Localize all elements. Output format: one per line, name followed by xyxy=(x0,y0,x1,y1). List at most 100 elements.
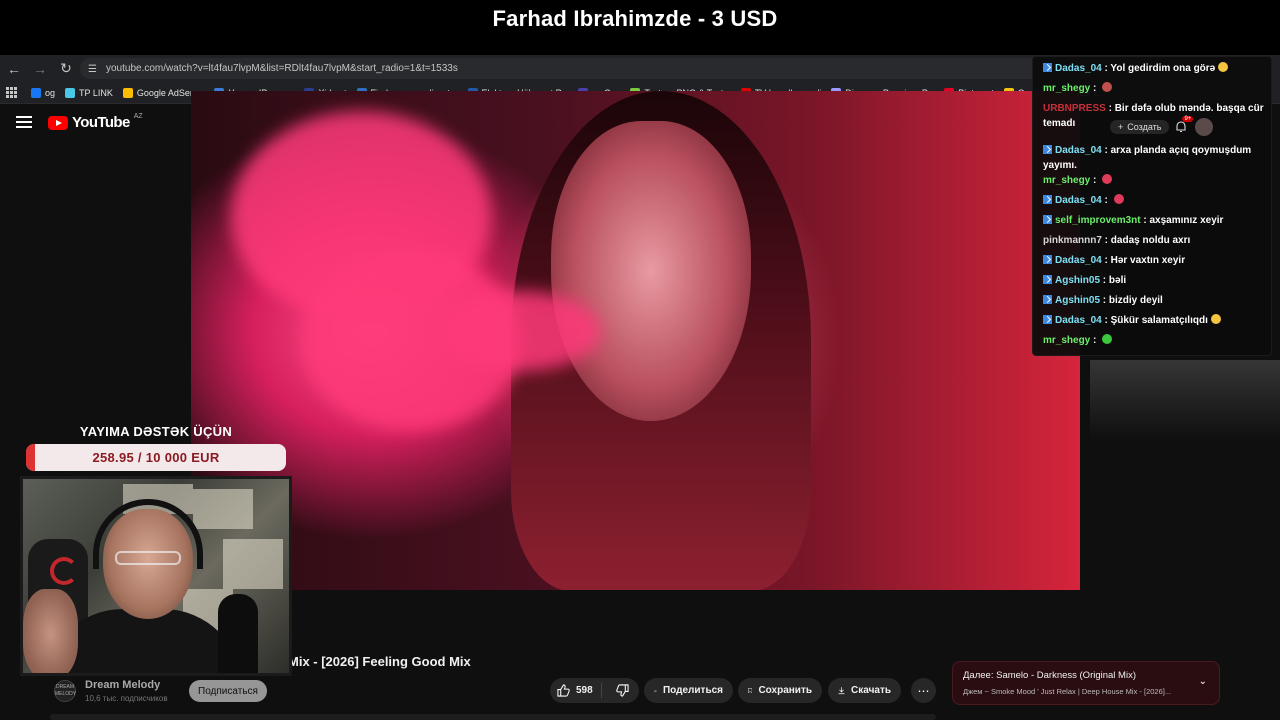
chat-separator: : xyxy=(1101,255,1111,266)
chat-text: bizdiy deyil xyxy=(1108,295,1163,306)
chat-separator: : xyxy=(1101,195,1111,206)
chat-nick: Dadas_04 xyxy=(1055,63,1102,74)
chat-message: Dadas_04 : arxa planda açıq qoymuşdum ya… xyxy=(1043,143,1271,173)
chat-message: mr_shegy : xyxy=(1043,173,1271,188)
bookmark-label: TP LINK xyxy=(79,87,113,98)
chat-text: Yol gedirdim ona görə xyxy=(1110,63,1216,74)
chat-badge-icon xyxy=(1043,315,1052,324)
region-code: AZ xyxy=(133,113,143,120)
thumbs-down-icon xyxy=(615,684,629,697)
chat-message: Agshin05 : bizdiy deyil xyxy=(1043,293,1271,308)
chat-text: axşamınız xeyir xyxy=(1149,215,1224,226)
bookmark-favicon-icon xyxy=(31,87,41,98)
chat-nick: mr_shegy xyxy=(1043,175,1091,186)
video-frame-smoke xyxy=(441,291,601,371)
chat-separator: : xyxy=(1090,335,1100,346)
youtube-logo[interactable]: YouTube AZ xyxy=(48,113,143,131)
up-next-title: Далее: Samelo - Darkness (Original Mix) xyxy=(963,670,1136,681)
chat-badge-icon xyxy=(1043,255,1052,264)
chat-emoji-icon xyxy=(1113,194,1124,204)
youtube-logo-text: YouTube xyxy=(72,114,130,131)
download-icon xyxy=(838,687,845,695)
chat-badge-icon xyxy=(1043,275,1052,284)
plus-icon: + xyxy=(1118,122,1124,132)
chat-separator: : xyxy=(1090,83,1100,94)
chat-nick: Agshin05 xyxy=(1055,275,1101,286)
back-icon[interactable]: ← xyxy=(2,57,26,81)
share-icon xyxy=(654,689,657,692)
chat-message: mr_shegy : xyxy=(1043,81,1271,96)
bookmark-item[interactable]: og xyxy=(26,87,60,98)
chat-nick: mr_shegy xyxy=(1043,83,1091,94)
menu-icon[interactable] xyxy=(16,116,32,128)
chat-message: Agshin05 : bəli xyxy=(1043,273,1271,288)
donation-amount: 258.95 / 10 000 EUR xyxy=(92,450,220,465)
chat-nick: Dadas_04 xyxy=(1055,255,1102,266)
chair-logo-icon xyxy=(50,557,78,585)
url-text: youtube.com/watch?v=lt4fau7lvpM&list=RDl… xyxy=(106,63,458,74)
bookmark-label: og xyxy=(45,87,56,98)
video-frame-face xyxy=(551,121,751,421)
chat-message: pinkmannn7 : dadaş noldu axrı xyxy=(1043,233,1271,248)
chat-separator: : xyxy=(1101,315,1111,326)
like-button[interactable]: 598 xyxy=(550,683,602,698)
video-player[interactable] xyxy=(191,91,1080,590)
download-button[interactable]: Скачать xyxy=(828,678,901,703)
like-count: 598 xyxy=(576,685,593,696)
share-button[interactable]: Поделиться xyxy=(644,678,733,703)
chat-emoji-icon xyxy=(1102,82,1113,92)
chat-text: Şükür salamatçılıqdı xyxy=(1110,315,1208,326)
webcam-overlay xyxy=(20,476,292,676)
chat-message: self_improvem3nt : axşamınız xeyir xyxy=(1043,213,1271,228)
microphone xyxy=(218,594,258,673)
account-avatar[interactable] xyxy=(1195,118,1214,136)
subscriber-count: 10,6 тыс. подписчиков xyxy=(85,694,168,703)
notifications-icon[interactable]: 9+ xyxy=(1175,116,1194,134)
like-dislike-group: 598 xyxy=(550,678,639,703)
donation-title: YAYIMA DƏSTƏK ÜÇÜN xyxy=(79,424,233,439)
channel-avatar[interactable]: DREAM MELODY xyxy=(54,680,76,702)
chat-nick: Agshin05 xyxy=(1055,295,1101,306)
notification-count: 9+ xyxy=(1182,116,1194,122)
chevron-down-icon[interactable]: ⌄ xyxy=(1199,676,1207,687)
video-title: Mix - [2026] Feeling Good Mix xyxy=(288,654,471,669)
up-next-playlist: Джем ~ Smoke Mood ' Just Relax | Deep Ho… xyxy=(963,687,1172,696)
up-next-card[interactable]: Далее: Samelo - Darkness (Original Mix) … xyxy=(952,661,1220,705)
bookmark-icon xyxy=(748,688,753,694)
chat-separator: : xyxy=(1101,145,1111,156)
chat-emoji-icon xyxy=(1218,62,1229,72)
chat-badge-icon xyxy=(1043,63,1052,72)
channel-name[interactable]: Dream Melody xyxy=(85,679,160,691)
site-settings-icon[interactable]: ☰ xyxy=(88,64,100,75)
share-label: Поделиться xyxy=(662,685,723,696)
create-button[interactable]: + Создать xyxy=(1110,120,1170,134)
youtube-header-actions: + Создать 9+ xyxy=(1110,116,1214,136)
chat-nick: pinkmannn7 xyxy=(1043,235,1102,246)
subscribe-button[interactable]: Подписаться xyxy=(189,680,267,702)
bookmark-favicon-icon xyxy=(122,87,133,98)
chat-badge-icon xyxy=(1043,195,1052,204)
create-label: Создать xyxy=(1127,122,1162,132)
save-button[interactable]: Сохранить xyxy=(738,678,822,703)
chat-message: Dadas_04 : Hər vaxtın xeyir xyxy=(1043,253,1271,268)
chat-badge-icon xyxy=(1043,145,1052,154)
chat-separator: : xyxy=(1101,235,1111,246)
chat-text: dadaş noldu axrı xyxy=(1110,235,1191,246)
more-actions-icon[interactable]: ⋯ xyxy=(911,678,936,703)
dislike-button[interactable] xyxy=(608,684,637,697)
streamer-hand xyxy=(23,589,78,673)
youtube-play-icon xyxy=(48,115,68,130)
chat-badge-icon xyxy=(1043,215,1052,224)
url-field[interactable]: ☰ youtube.com/watch?v=lt4fau7lvpM&list=R… xyxy=(80,58,1040,79)
apps-grid-icon[interactable] xyxy=(6,86,18,99)
reload-icon[interactable]: ↻ xyxy=(54,57,78,81)
chat-badge-icon xyxy=(1043,295,1052,304)
chat-nick: Dadas_04 xyxy=(1055,195,1102,206)
bookmark-item[interactable]: TP LINK xyxy=(60,87,118,98)
chat-nick: Dadas_04 xyxy=(1055,315,1102,326)
download-label: Скачать xyxy=(851,685,891,696)
forward-icon[interactable]: → xyxy=(28,57,52,81)
chat-nick: Dadas_04 xyxy=(1055,145,1102,156)
chat-separator: : xyxy=(1090,175,1100,186)
chat-separator: : xyxy=(1100,295,1109,306)
